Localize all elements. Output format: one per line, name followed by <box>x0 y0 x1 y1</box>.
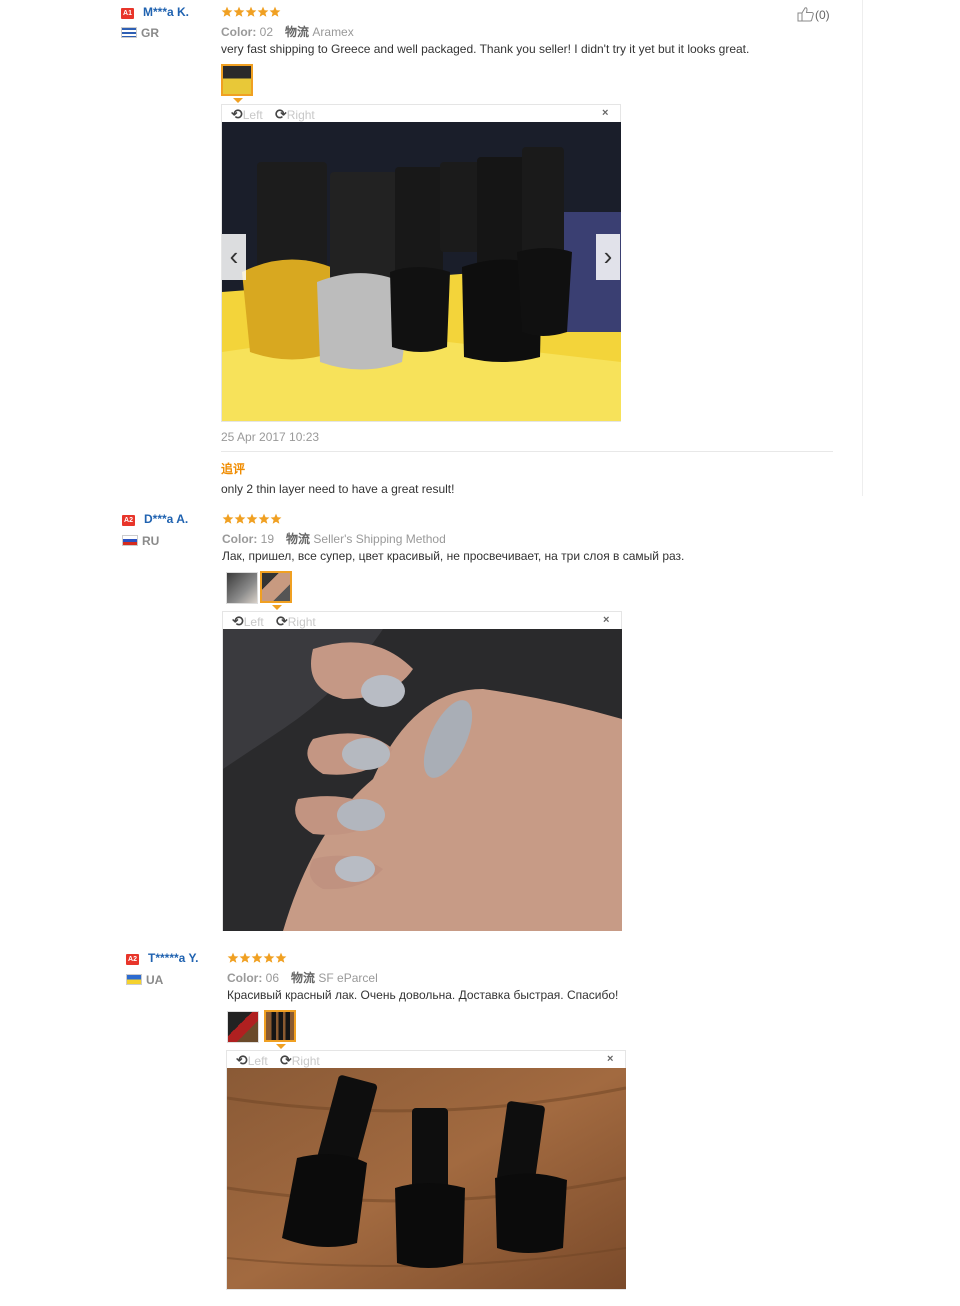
color-value: 06 <box>265 971 280 985</box>
color-label: Color: <box>227 971 263 985</box>
buyer-level-badge: A2 <box>126 954 139 965</box>
review-3: A2 T*****a Y. UA Color: 06 物流 SF eParcel … <box>0 0 960 1306</box>
flag-ukraine-icon <box>126 974 142 985</box>
shipping-label: 物流 <box>291 971 316 985</box>
rotate-left-icon: ⟲ <box>236 1052 248 1068</box>
review-text: Красивый красный лак. Очень довольна. До… <box>227 988 619 1002</box>
photo-viewer: ⟲Left ⟳Right × <box>226 1050 626 1290</box>
rotate-left-label: Left <box>247 1054 268 1068</box>
rotate-left-button[interactable]: ⟲Left <box>236 1052 268 1069</box>
review-photo-thumb[interactable] <box>227 1011 259 1043</box>
close-icon[interactable]: × <box>607 1053 613 1065</box>
reviewer-name[interactable]: T*****a Y. <box>148 951 198 965</box>
review-meta: Color: 06 物流 SF eParcel <box>227 969 378 986</box>
viewer-toolbar: ⟲Left ⟳Right × <box>227 1051 625 1068</box>
rotate-right-button[interactable]: ⟳Right <box>280 1052 320 1069</box>
star-rating <box>227 952 287 963</box>
review-photo <box>227 1068 626 1289</box>
shipping-value: SF eParcel <box>318 971 378 985</box>
review-photo-thumb[interactable] <box>264 1010 296 1042</box>
thumb-pointer <box>276 1044 286 1049</box>
rotate-right-icon: ⟳ <box>280 1052 292 1068</box>
reviewer-country: UA <box>146 973 164 987</box>
rotate-right-label: Right <box>291 1054 320 1068</box>
photo-three-bottles-on-wood <box>227 1068 626 1289</box>
